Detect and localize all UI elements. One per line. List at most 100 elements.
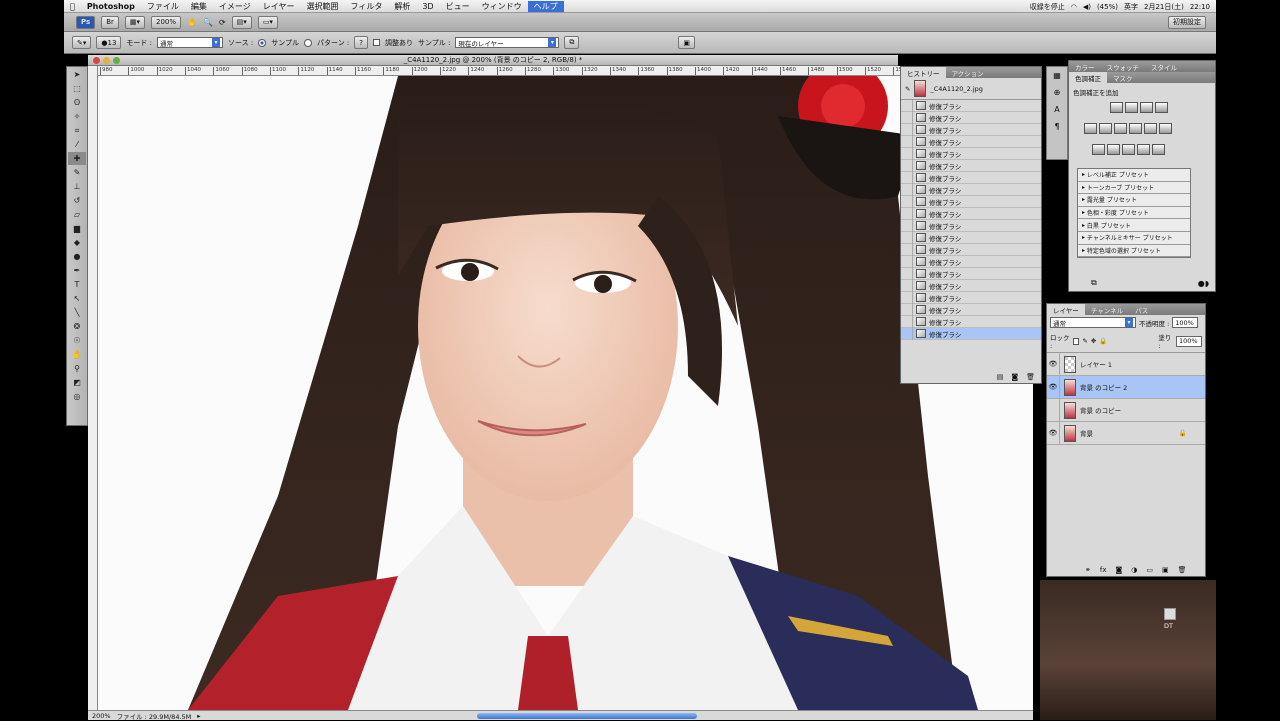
history-state-row[interactable]: 修復ブラシ bbox=[901, 279, 1041, 292]
history-brush-source-toggle[interactable] bbox=[901, 183, 913, 196]
layer-row[interactable]: 背景 のコピー bbox=[1047, 398, 1205, 422]
preset-hue-saturation[interactable]: ▸ 色相・彩度 プリセット bbox=[1078, 206, 1190, 220]
brush-tool-icon[interactable]: ✎ bbox=[68, 166, 86, 179]
menu-item-select[interactable]: 選択範囲 bbox=[300, 1, 344, 12]
channel-mixer-icon[interactable] bbox=[1159, 123, 1172, 134]
history-brush-source-toggle[interactable] bbox=[901, 255, 913, 268]
path-selection-tool-icon[interactable]: ↖ bbox=[68, 292, 86, 305]
new-snapshot-icon[interactable]: ◙ bbox=[1011, 373, 1018, 381]
history-brush-tool-icon[interactable]: ↺ bbox=[68, 194, 86, 207]
history-brush-source-toggle[interactable] bbox=[901, 123, 913, 136]
volume-icon[interactable]: ◀) bbox=[1083, 3, 1091, 11]
history-brush-source-toggle[interactable] bbox=[901, 147, 913, 160]
lasso-tool-icon[interactable]: ʘ bbox=[68, 96, 86, 109]
hue-saturation-icon[interactable] bbox=[1099, 123, 1112, 134]
lock-pixels-icon[interactable]: ✎ bbox=[1082, 337, 1087, 345]
hand-tool-icon[interactable]: ✋ bbox=[68, 348, 86, 361]
history-state-row[interactable]: 修復ブラシ bbox=[901, 267, 1041, 280]
workspace-switcher[interactable]: 初期設定 bbox=[1168, 15, 1206, 29]
screen-mode-button[interactable]: ▭▾ bbox=[257, 15, 278, 29]
source-sample-radio[interactable] bbox=[258, 38, 267, 47]
horizontal-ruler[interactable]: 980 1000 1020 1040 1060 1080 1100 1120 1140 1160 1… bbox=[98, 66, 1033, 76]
character-panel-icon[interactable]: A bbox=[1047, 105, 1067, 114]
lock-position-icon[interactable]: ✥ bbox=[1091, 337, 1096, 345]
history-brush-source-toggle[interactable] bbox=[901, 219, 913, 232]
dodge-tool-icon[interactable]: ● bbox=[68, 250, 86, 263]
history-state-row[interactable]: 修復ブラシ bbox=[901, 315, 1041, 328]
history-state-row[interactable]: 修復ブラシ bbox=[901, 111, 1041, 124]
history-brush-source-toggle[interactable] bbox=[901, 135, 913, 148]
tablet-pressure-button[interactable]: ▣ bbox=[678, 36, 695, 49]
preset-channel-mixer[interactable]: ▸ チャンネルミキサー プリセット bbox=[1078, 231, 1190, 245]
menu-item-view[interactable]: ビュー bbox=[440, 1, 476, 12]
vibrance-icon[interactable] bbox=[1084, 123, 1097, 134]
visibility-eye-icon[interactable]: 👁 bbox=[1047, 375, 1060, 399]
minimize-window-button[interactable] bbox=[103, 57, 110, 64]
preset-levels[interactable]: ▸ レベル補正 プリセット bbox=[1078, 169, 1190, 182]
history-state-row[interactable]: 修復ブラシ bbox=[901, 219, 1041, 232]
tab-layers[interactable]: レイヤー bbox=[1047, 304, 1085, 315]
preset-black-white[interactable]: ▸ 白黒 プリセット bbox=[1078, 219, 1190, 232]
curves-icon[interactable] bbox=[1140, 102, 1153, 113]
history-state-row[interactable]: 修復ブラシ bbox=[901, 147, 1041, 160]
vertical-ruler[interactable] bbox=[88, 66, 98, 710]
input-method[interactable]: 英字 bbox=[1124, 2, 1138, 12]
lock-transparency-icon[interactable] bbox=[1073, 337, 1080, 345]
marquee-tool-icon[interactable]: ⬚ bbox=[68, 82, 86, 95]
history-state-row[interactable]: 修復ブラシ bbox=[901, 135, 1041, 148]
history-brush-source-toggle[interactable] bbox=[901, 207, 913, 220]
zoom-window-button[interactable] bbox=[113, 57, 120, 64]
history-state-row[interactable]: 修復ブラシ bbox=[901, 303, 1041, 316]
gradient-tool-icon[interactable]: ▆ bbox=[68, 222, 86, 235]
record-stop-button[interactable]: 収録を停止 bbox=[1030, 2, 1065, 12]
menu-item-help[interactable]: ヘルプ bbox=[527, 0, 564, 12]
gradient-map-icon[interactable] bbox=[1137, 144, 1150, 155]
history-brush-source-toggle[interactable] bbox=[901, 171, 913, 184]
type-tool-icon[interactable]: T bbox=[68, 278, 86, 291]
sample-select[interactable]: 現在のレイヤー ▾ bbox=[455, 37, 560, 48]
black-white-icon[interactable] bbox=[1129, 123, 1142, 134]
color-balance-icon[interactable] bbox=[1114, 123, 1127, 134]
tab-masks[interactable]: マスク bbox=[1107, 72, 1139, 83]
bridge-button[interactable]: Br bbox=[101, 15, 119, 29]
color-swatch-icon[interactable]: ◩ bbox=[68, 376, 86, 389]
preset-exposure[interactable]: ▸ 露光量 プリセット bbox=[1078, 194, 1190, 207]
preset-selective-color[interactable]: ▸ 特定色域の選択 プリセット bbox=[1078, 244, 1190, 258]
delete-state-icon[interactable]: 🗑 bbox=[1026, 373, 1035, 381]
clone-source-panel-icon[interactable]: ⊕ bbox=[1047, 88, 1067, 97]
link-layers-icon[interactable]: ⚭ bbox=[1085, 566, 1091, 574]
history-brush-source-toggle[interactable] bbox=[901, 303, 913, 316]
invert-icon[interactable] bbox=[1092, 144, 1105, 155]
history-brush-source-toggle[interactable] bbox=[901, 291, 913, 304]
pen-tool-icon[interactable]: ✒ bbox=[68, 264, 86, 277]
menu-item-analysis[interactable]: 解析 bbox=[388, 1, 416, 12]
menu-item-layer[interactable]: レイヤー bbox=[257, 1, 301, 12]
opacity-input[interactable]: 100% bbox=[1172, 317, 1199, 328]
history-brush-source-toggle[interactable] bbox=[901, 99, 913, 112]
horizontal-scrollbar[interactable] bbox=[476, 712, 697, 719]
eyedropper-tool-icon[interactable]: ⁄ bbox=[68, 138, 86, 151]
battery-indicator[interactable]: (45%) bbox=[1097, 3, 1118, 11]
healing-brush-tool-icon[interactable]: ✚ bbox=[68, 152, 86, 165]
menu-item-image[interactable]: イメージ bbox=[213, 1, 257, 12]
paragraph-panel-icon[interactable]: ¶ bbox=[1047, 122, 1067, 131]
history-brush-source-toggle[interactable] bbox=[901, 231, 913, 244]
ps-logo-button[interactable]: Ps bbox=[76, 15, 96, 29]
visibility-toggle[interactable] bbox=[1047, 398, 1060, 422]
posterize-icon[interactable] bbox=[1107, 144, 1120, 155]
new-document-from-state-icon[interactable]: ▤ bbox=[997, 373, 1004, 381]
menu-item-window[interactable]: ウィンドウ bbox=[476, 1, 528, 12]
tab-history[interactable]: ヒストリー bbox=[901, 67, 946, 78]
source-pattern-radio[interactable] bbox=[304, 38, 313, 47]
blend-mode-select[interactable]: 通常 ▾ bbox=[1050, 317, 1136, 328]
layer-mask-icon[interactable]: ◙ bbox=[1115, 566, 1122, 574]
levels-icon[interactable] bbox=[1125, 102, 1138, 113]
view-extras-button[interactable]: ▦▾ bbox=[124, 15, 146, 29]
arrange-documents-button[interactable]: ▤▾ bbox=[231, 15, 252, 29]
preset-curves[interactable]: ▸ トーンカーブ プリセット bbox=[1078, 181, 1190, 195]
history-state-row[interactable]: 修復ブラシ bbox=[901, 195, 1041, 208]
hand-tool-icon[interactable]: ✋ bbox=[187, 18, 197, 27]
history-state-row[interactable]: 修復ブラシ bbox=[901, 327, 1041, 340]
zoom-tool-icon[interactable]: ⚲ bbox=[68, 362, 86, 375]
eraser-tool-icon[interactable]: ▱ bbox=[68, 208, 86, 221]
